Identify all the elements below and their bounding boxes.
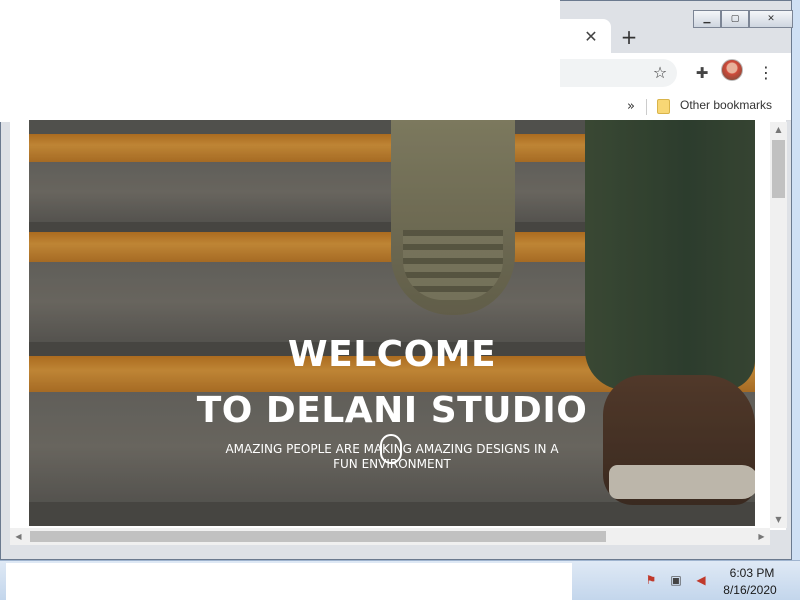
vertical-scroll-thumb[interactable] [772, 140, 785, 198]
window-controls: ▁ ▢ ✕ [693, 10, 793, 28]
hero-section: WELCOME TO DELANI STUDIO AMAZING PEOPLE … [29, 120, 755, 526]
bookmarks-overflow-icon[interactable]: » [623, 97, 639, 117]
close-button[interactable]: ✕ [749, 10, 793, 28]
other-bookmarks-link[interactable]: Other bookmarks [680, 98, 772, 112]
horizontal-scrollbar[interactable]: ◀ ▶ [10, 528, 770, 545]
page-viewport: WELCOME TO DELANI STUDIO AMAZING PEOPLE … [10, 120, 786, 530]
vertical-scrollbar[interactable]: ▲ ▼ [770, 122, 787, 528]
maximize-button[interactable]: ▢ [721, 10, 749, 28]
scroll-left-arrow-icon[interactable]: ◀ [10, 528, 27, 545]
folder-icon[interactable] [657, 99, 670, 114]
hero-subtitle: AMAZING PEOPLE ARE MAKING AMAZING DESIGN… [225, 442, 559, 471]
clock-date[interactable]: 8/16/2020 [718, 583, 782, 597]
volume-muted-icon[interactable]: ◀ [693, 572, 709, 588]
kebab-menu-icon[interactable]: ⋮ [755, 62, 777, 84]
new-tab-button[interactable]: + [617, 25, 641, 49]
scroll-down-arrow-icon[interactable]: ▼ [770, 512, 787, 528]
bookmarks-divider [646, 99, 647, 115]
minimize-button[interactable]: ▁ [693, 10, 721, 28]
hero-title-welcome: WELCOME [287, 334, 497, 375]
taskbar: ⚑ ▣ ◀ 6:03 PM 8/16/2020 [0, 560, 800, 600]
taskbar-blank-area [6, 563, 572, 600]
puzzle-icon[interactable]: ✚ [691, 62, 713, 84]
scroll-right-arrow-icon[interactable]: ▶ [753, 528, 770, 545]
network-icon[interactable]: ▣ [668, 572, 684, 588]
clock-time[interactable]: 6:03 PM [722, 566, 782, 580]
action-center-flag-icon[interactable]: ⚑ [643, 572, 659, 588]
profile-avatar[interactable] [721, 59, 743, 81]
star-icon[interactable]: ☆ [649, 62, 671, 84]
tab-close-icon[interactable]: ✕ [581, 27, 601, 47]
hero-title-studio: TO DELANI STUDIO [196, 390, 588, 431]
blank-overlay [0, 0, 560, 122]
scroll-up-arrow-icon[interactable]: ▲ [770, 122, 787, 138]
horizontal-scroll-thumb[interactable] [30, 531, 606, 542]
